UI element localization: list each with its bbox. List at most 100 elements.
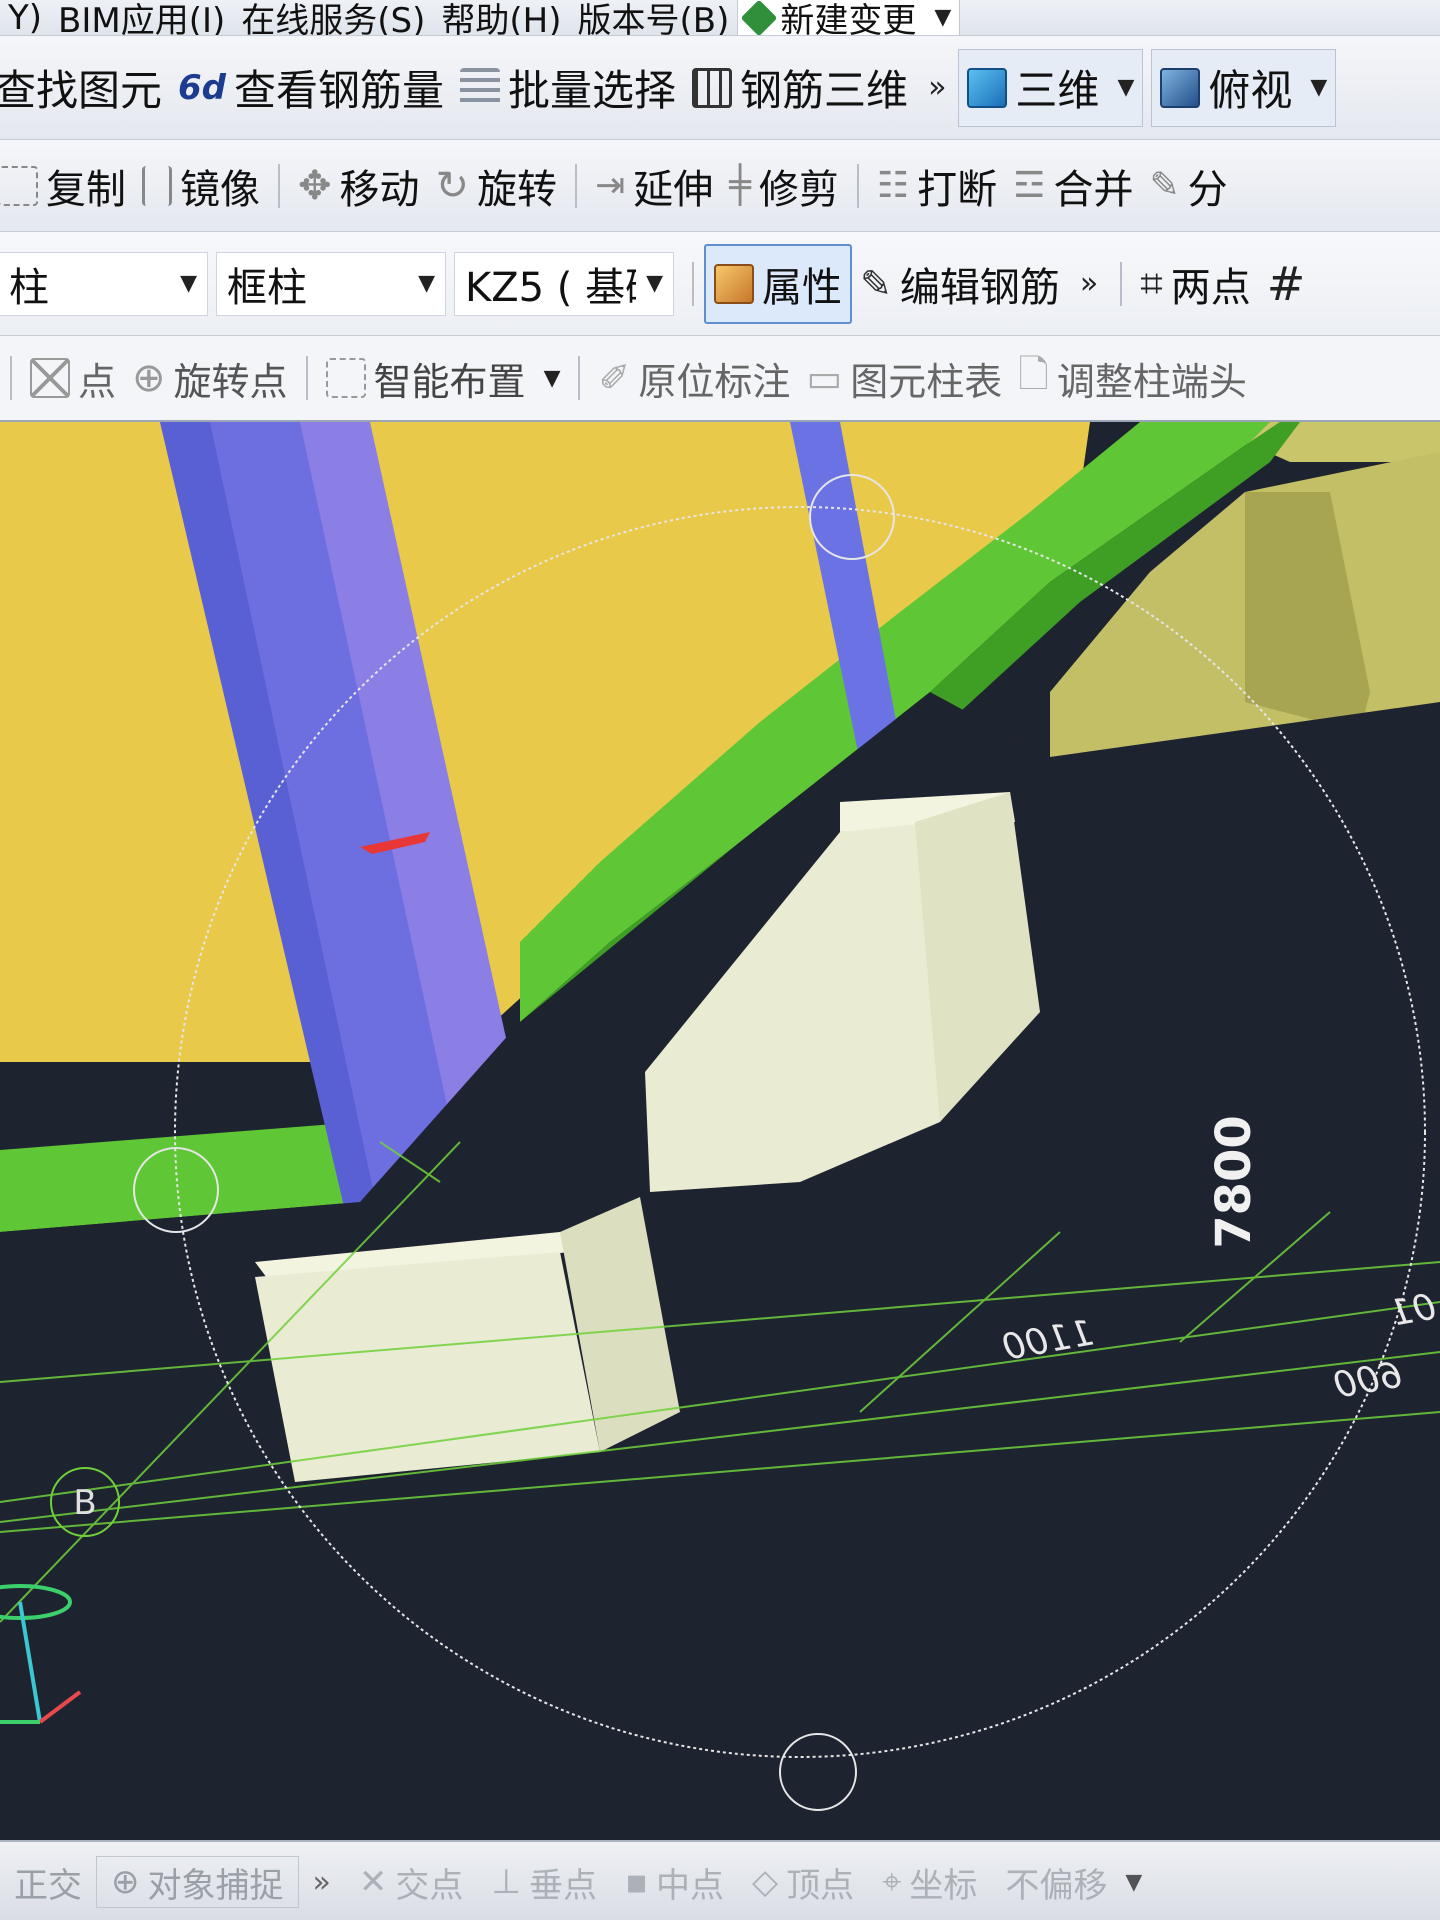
object-snap-label: 对象捕捉 xyxy=(147,1865,284,1906)
chevron-down-icon: ▼ xyxy=(646,271,663,296)
vertex-snap[interactable]: ◇ 顶点 xyxy=(738,1858,868,1907)
coordinate-label: 坐标 xyxy=(909,1865,978,1906)
menu-item-prev[interactable]: Y) xyxy=(0,0,50,35)
separator xyxy=(856,163,859,208)
trim-icon: ╪ xyxy=(729,165,751,206)
edit-rebar-label: 编辑钢筋 xyxy=(899,264,1060,311)
snap-icon: ⊕ xyxy=(111,1862,140,1902)
toolbar1-more-button[interactable]: » xyxy=(916,70,958,105)
chevron-down-icon: ▼ xyxy=(934,5,952,30)
break-icon: ☷ xyxy=(876,165,910,206)
move-icon: ✥ xyxy=(298,162,332,209)
separator xyxy=(305,356,308,400)
chevron-down-icon: ▼ xyxy=(180,271,197,296)
rebar-3d-button[interactable]: 钢筋三维 xyxy=(684,36,916,139)
extend-button[interactable]: ⇥ 延伸 xyxy=(587,140,721,231)
smart-place-icon xyxy=(325,358,366,398)
in-situ-label-button[interactable]: ✐ 原位标注 xyxy=(590,336,798,420)
menu-bar: Y) BIM应用(I) 在线服务(S) 帮助(H) 版本号(B) 新建变更 ▼ xyxy=(0,0,1440,36)
view-3d-button[interactable]: 三维 ▼ xyxy=(958,48,1144,127)
element-name-value: KZ5 ( 基础 xyxy=(465,264,636,311)
menu-item-bim[interactable]: BIM应用(I) xyxy=(50,0,233,35)
new-change-button[interactable]: 新建变更 ▼ xyxy=(737,0,961,36)
rebar-grid-icon xyxy=(692,67,733,108)
document-icon: 🗋 xyxy=(1018,351,1049,396)
move-button[interactable]: ✥ 移动 xyxy=(290,140,428,231)
properties-button[interactable]: 属性 xyxy=(704,243,852,324)
separator xyxy=(575,163,578,208)
split-label: 分 xyxy=(1187,166,1228,213)
ortho-toggle[interactable]: 正交 xyxy=(0,1858,96,1907)
list-select-icon xyxy=(460,67,501,108)
trim-button[interactable]: ╪ 修剪 xyxy=(721,140,847,231)
point-button[interactable]: 点 xyxy=(22,336,124,420)
midpoint-label: 中点 xyxy=(656,1865,725,1906)
scene-canvas: B 7800 1100 600 01 xyxy=(0,422,1440,1840)
footing-left-front xyxy=(255,1252,600,1482)
copy-label: 复制 xyxy=(46,166,126,213)
separator xyxy=(578,356,581,400)
chevron-down-icon: ▼ xyxy=(1117,75,1135,100)
statusbar-more-button[interactable]: » xyxy=(299,1865,345,1900)
element-type-select[interactable]: 柱 ▼ xyxy=(0,251,208,316)
dimension-7800: 7800 xyxy=(1206,1115,1262,1249)
top-view-button[interactable]: 俯视 ▼ xyxy=(1151,48,1337,127)
find-element-label: 查找图元 xyxy=(0,66,163,115)
break-button[interactable]: ☷ 打断 xyxy=(869,140,1005,231)
menu-item-online-service[interactable]: 在线服务(S) xyxy=(233,0,433,35)
element-column-table-button[interactable]: ▭ 图元柱表 xyxy=(798,336,1010,420)
copy-button[interactable]: 复制 xyxy=(0,140,134,231)
coordinate-icon: ⌖ xyxy=(882,1862,902,1902)
perpendicular-label: 垂点 xyxy=(528,1865,597,1906)
axis-label-b: B xyxy=(73,1483,96,1523)
properties-icon xyxy=(714,263,754,304)
smart-place-button[interactable]: 智能布置 ▼ xyxy=(318,336,569,420)
new-change-label: 新建变更 xyxy=(780,1,917,36)
rotate-icon: ↻ xyxy=(435,162,470,209)
separator xyxy=(10,356,12,400)
toolbar-main: 查找图元 6d 查看钢筋量 批量选择 钢筋三维 » 三维 ▼ 俯视 ▼ xyxy=(0,36,1440,140)
view-rebar-qty-label: 查看钢筋量 xyxy=(234,66,445,115)
vertex-icon: ◇ xyxy=(752,1862,779,1902)
edit-rebar-button[interactable]: ✎ 编辑钢筋 xyxy=(852,232,1068,335)
find-element-button[interactable]: 查找图元 xyxy=(0,36,170,139)
view-rebar-qty-button[interactable]: 6d 查看钢筋量 xyxy=(170,36,452,139)
merge-icon: ☲ xyxy=(1013,165,1046,206)
object-snap-toggle[interactable]: ⊕ 对象捕捉 xyxy=(96,1856,299,1908)
toolbar-draw: 点 ⊕ 旋转点 智能布置 ▼ ✐ 原位标注 ▭ 图元柱表 🗋 调整柱端头 xyxy=(0,336,1440,422)
grid-button[interactable]: # xyxy=(1259,232,1314,335)
offset-select[interactable]: 不偏移 ▼ xyxy=(991,1858,1156,1907)
copy-icon xyxy=(0,165,38,206)
element-name-select[interactable]: KZ5 ( 基础 ▼ xyxy=(454,251,674,316)
menu-item-help[interactable]: 帮助(H) xyxy=(433,0,569,35)
merge-button[interactable]: ☲ 合并 xyxy=(1005,140,1141,231)
adjust-column-end-button[interactable]: 🗋 调整柱端头 xyxy=(1010,336,1255,420)
split-button[interactable]: ✎ 分 xyxy=(1141,140,1235,231)
rotate-button[interactable]: ↻ 旋转 xyxy=(428,140,566,231)
element-type-value: 柱 xyxy=(9,264,49,311)
rotate-point-button[interactable]: ⊕ 旋转点 xyxy=(124,336,296,420)
split-icon: ✎ xyxy=(1149,165,1180,206)
move-label: 移动 xyxy=(339,166,420,213)
trim-label: 修剪 xyxy=(758,166,839,213)
menu-item-version[interactable]: 版本号(B) xyxy=(570,0,738,35)
midpoint-snap[interactable]: ▪ 中点 xyxy=(611,1858,738,1907)
subtype-select[interactable]: 框柱 ▼ xyxy=(216,251,446,316)
properties-label: 属性 xyxy=(762,264,842,311)
intersection-snap[interactable]: ✕ 交点 xyxy=(345,1858,478,1907)
coordinate-snap[interactable]: ⌖ 坐标 xyxy=(868,1858,991,1907)
two-points-button[interactable]: ⌗ 两点 xyxy=(1132,232,1259,335)
toolbar3-more-button[interactable]: » xyxy=(1068,266,1110,301)
3d-viewport[interactable]: B 7800 1100 600 01 xyxy=(0,422,1440,1840)
diamond-icon xyxy=(741,0,778,35)
batch-select-button[interactable]: 批量选择 xyxy=(452,36,684,139)
rotate-point-label: 旋转点 xyxy=(173,359,288,404)
chevron-down-icon: ▼ xyxy=(543,365,561,391)
perpendicular-snap[interactable]: ⊥ 垂点 xyxy=(477,1858,611,1907)
chevron-down-icon: ▼ xyxy=(1125,1869,1143,1895)
point-label: 点 xyxy=(78,359,117,404)
mirror-button[interactable]: 镜像 xyxy=(134,140,268,231)
top-view-label: 俯视 xyxy=(1208,66,1293,115)
extend-icon: ⇥ xyxy=(595,165,626,206)
table-icon: ▭ xyxy=(806,356,843,400)
